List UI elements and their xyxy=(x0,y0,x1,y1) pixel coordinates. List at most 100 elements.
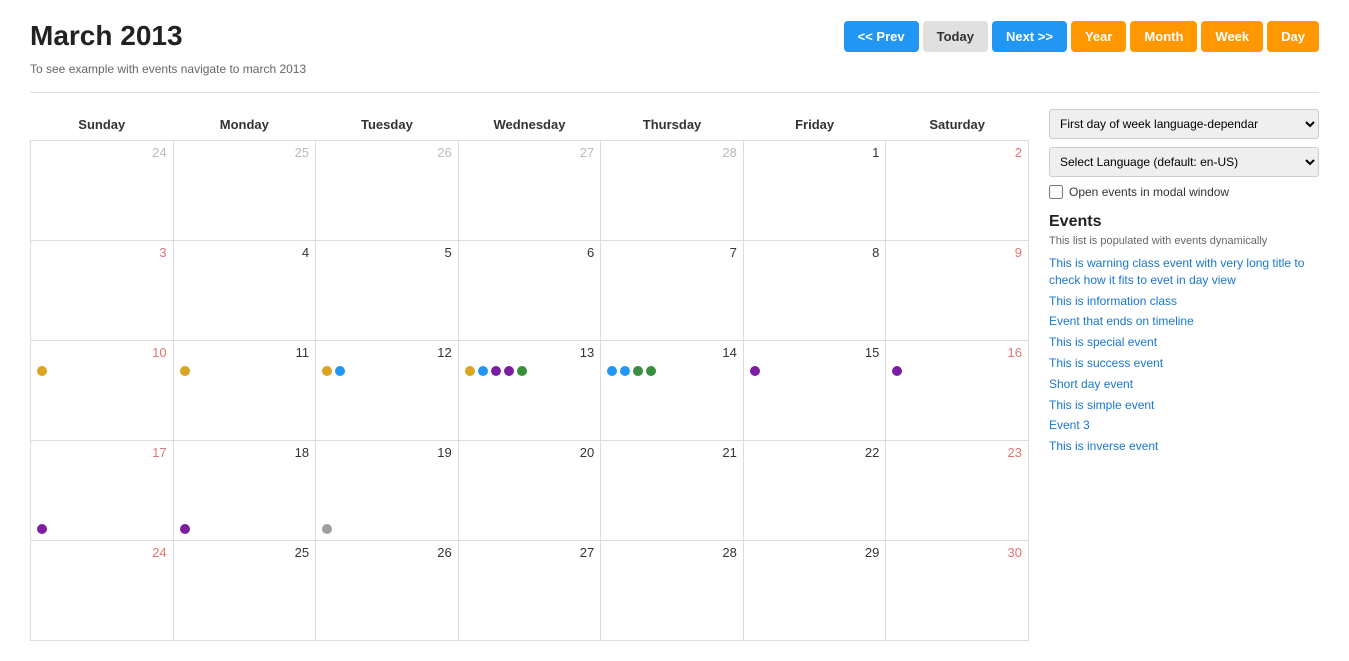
table-row[interactable]: 25 xyxy=(173,541,316,641)
event-link-information[interactable]: This is information class xyxy=(1049,293,1319,310)
table-row[interactable]: 6 xyxy=(458,241,601,341)
divider xyxy=(30,92,1319,93)
table-row[interactable]: 21 xyxy=(601,441,744,541)
table-row[interactable]: 5 xyxy=(316,241,459,341)
table-row[interactable]: 20 xyxy=(458,441,601,541)
table-row[interactable]: 7 xyxy=(601,241,744,341)
table-row[interactable]: 25 xyxy=(173,141,316,241)
col-thursday: Thursday xyxy=(601,109,744,141)
language-select[interactable]: Select Language (default: en-US) en-US f… xyxy=(1049,147,1319,177)
table-row[interactable]: 4 xyxy=(173,241,316,341)
event-dot xyxy=(180,366,190,376)
table-row[interactable]: 18 xyxy=(173,441,316,541)
week-button[interactable]: Week xyxy=(1201,21,1263,52)
col-friday: Friday xyxy=(743,109,886,141)
table-row[interactable]: 17 xyxy=(31,441,174,541)
event-dot xyxy=(646,366,656,376)
events-section-title: Events xyxy=(1049,213,1319,231)
table-row[interactable]: 19 xyxy=(316,441,459,541)
main-layout: Sunday Monday Tuesday Wednesday Thursday… xyxy=(30,109,1319,641)
event-dot xyxy=(491,366,501,376)
col-sunday: Sunday xyxy=(31,109,174,141)
event-link-ends-timeline[interactable]: Event that ends on timeline xyxy=(1049,313,1319,330)
event-dot xyxy=(180,524,190,534)
calendar-week-1: 24 25 26 27 28 1 2 xyxy=(31,141,1029,241)
dots-19 xyxy=(322,522,332,536)
col-tuesday: Tuesday xyxy=(316,109,459,141)
dots-13 xyxy=(465,364,595,378)
table-row[interactable]: 3 xyxy=(31,241,174,341)
event-link-event3[interactable]: Event 3 xyxy=(1049,417,1319,434)
table-row[interactable]: 22 xyxy=(743,441,886,541)
table-row[interactable]: 23 xyxy=(886,441,1029,541)
day-button[interactable]: Day xyxy=(1267,21,1319,52)
dots-10 xyxy=(37,364,167,378)
calendar-week-4: 17 18 19 xyxy=(31,441,1029,541)
first-day-select[interactable]: First day of week language-dependar Sund… xyxy=(1049,109,1319,139)
event-dot xyxy=(750,366,760,376)
calendar-week-2: 3 4 5 6 7 8 9 xyxy=(31,241,1029,341)
col-monday: Monday xyxy=(173,109,316,141)
event-dot xyxy=(465,366,475,376)
event-dot xyxy=(478,366,488,376)
dots-12 xyxy=(322,364,452,378)
table-row[interactable]: 24 xyxy=(31,141,174,241)
dots-14 xyxy=(607,364,737,378)
event-dot xyxy=(517,366,527,376)
table-row[interactable]: 26 xyxy=(316,141,459,241)
year-button[interactable]: Year xyxy=(1071,21,1126,52)
today-button[interactable]: Today xyxy=(923,21,988,52)
table-row[interactable]: 28 xyxy=(601,141,744,241)
month-button[interactable]: Month xyxy=(1130,21,1197,52)
table-row[interactable]: 1 xyxy=(743,141,886,241)
table-row[interactable]: 27 xyxy=(458,141,601,241)
calendar-table: Sunday Monday Tuesday Wednesday Thursday… xyxy=(30,109,1029,641)
table-row[interactable]: 9 xyxy=(886,241,1029,341)
event-dot xyxy=(504,366,514,376)
modal-checkbox[interactable] xyxy=(1049,185,1063,199)
table-row[interactable]: 24 xyxy=(31,541,174,641)
event-dot xyxy=(335,366,345,376)
table-row[interactable]: 26 xyxy=(316,541,459,641)
event-link-warning[interactable]: This is warning class event with very lo… xyxy=(1049,255,1319,289)
table-row[interactable]: 8 xyxy=(743,241,886,341)
prev-button[interactable]: << Prev xyxy=(844,21,919,52)
nav-buttons: << Prev Today Next >> Year Month Week Da… xyxy=(844,21,1319,52)
table-row[interactable]: 28 xyxy=(601,541,744,641)
table-row[interactable]: 13 xyxy=(458,341,601,441)
event-link-simple[interactable]: This is simple event xyxy=(1049,397,1319,414)
dots-16 xyxy=(892,364,1022,378)
table-row[interactable]: 29 xyxy=(743,541,886,641)
table-row[interactable]: 27 xyxy=(458,541,601,641)
page-title: March 2013 xyxy=(30,20,183,52)
table-row[interactable]: 12 xyxy=(316,341,459,441)
event-dot xyxy=(607,366,617,376)
table-row[interactable]: 30 xyxy=(886,541,1029,641)
event-link-success[interactable]: This is success event xyxy=(1049,355,1319,372)
table-row[interactable]: 16 xyxy=(886,341,1029,441)
event-dot xyxy=(620,366,630,376)
calendar-week-3: 10 11 12 xyxy=(31,341,1029,441)
table-row[interactable]: 14 xyxy=(601,341,744,441)
page-header: March 2013 << Prev Today Next >> Year Mo… xyxy=(30,20,1319,52)
table-row[interactable]: 2 xyxy=(886,141,1029,241)
table-row[interactable]: 10 xyxy=(31,341,174,441)
event-link-inverse[interactable]: This is inverse event xyxy=(1049,438,1319,455)
modal-label: Open events in modal window xyxy=(1069,185,1229,199)
subtitle: To see example with events navigate to m… xyxy=(30,62,1319,76)
event-dot xyxy=(892,366,902,376)
calendar-section: Sunday Monday Tuesday Wednesday Thursday… xyxy=(30,109,1029,641)
event-dot xyxy=(322,366,332,376)
next-button[interactable]: Next >> xyxy=(992,21,1067,52)
calendar-week-5: 24 25 26 27 28 29 30 xyxy=(31,541,1029,641)
dots-11 xyxy=(180,364,310,378)
event-link-short-day[interactable]: Short day event xyxy=(1049,376,1319,393)
col-saturday: Saturday xyxy=(886,109,1029,141)
event-link-special[interactable]: This is special event xyxy=(1049,334,1319,351)
table-row[interactable]: 15 xyxy=(743,341,886,441)
event-dot xyxy=(37,366,47,376)
dots-17 xyxy=(37,522,47,536)
sidebar: First day of week language-dependar Sund… xyxy=(1049,109,1319,641)
table-row[interactable]: 11 xyxy=(173,341,316,441)
event-dot xyxy=(633,366,643,376)
